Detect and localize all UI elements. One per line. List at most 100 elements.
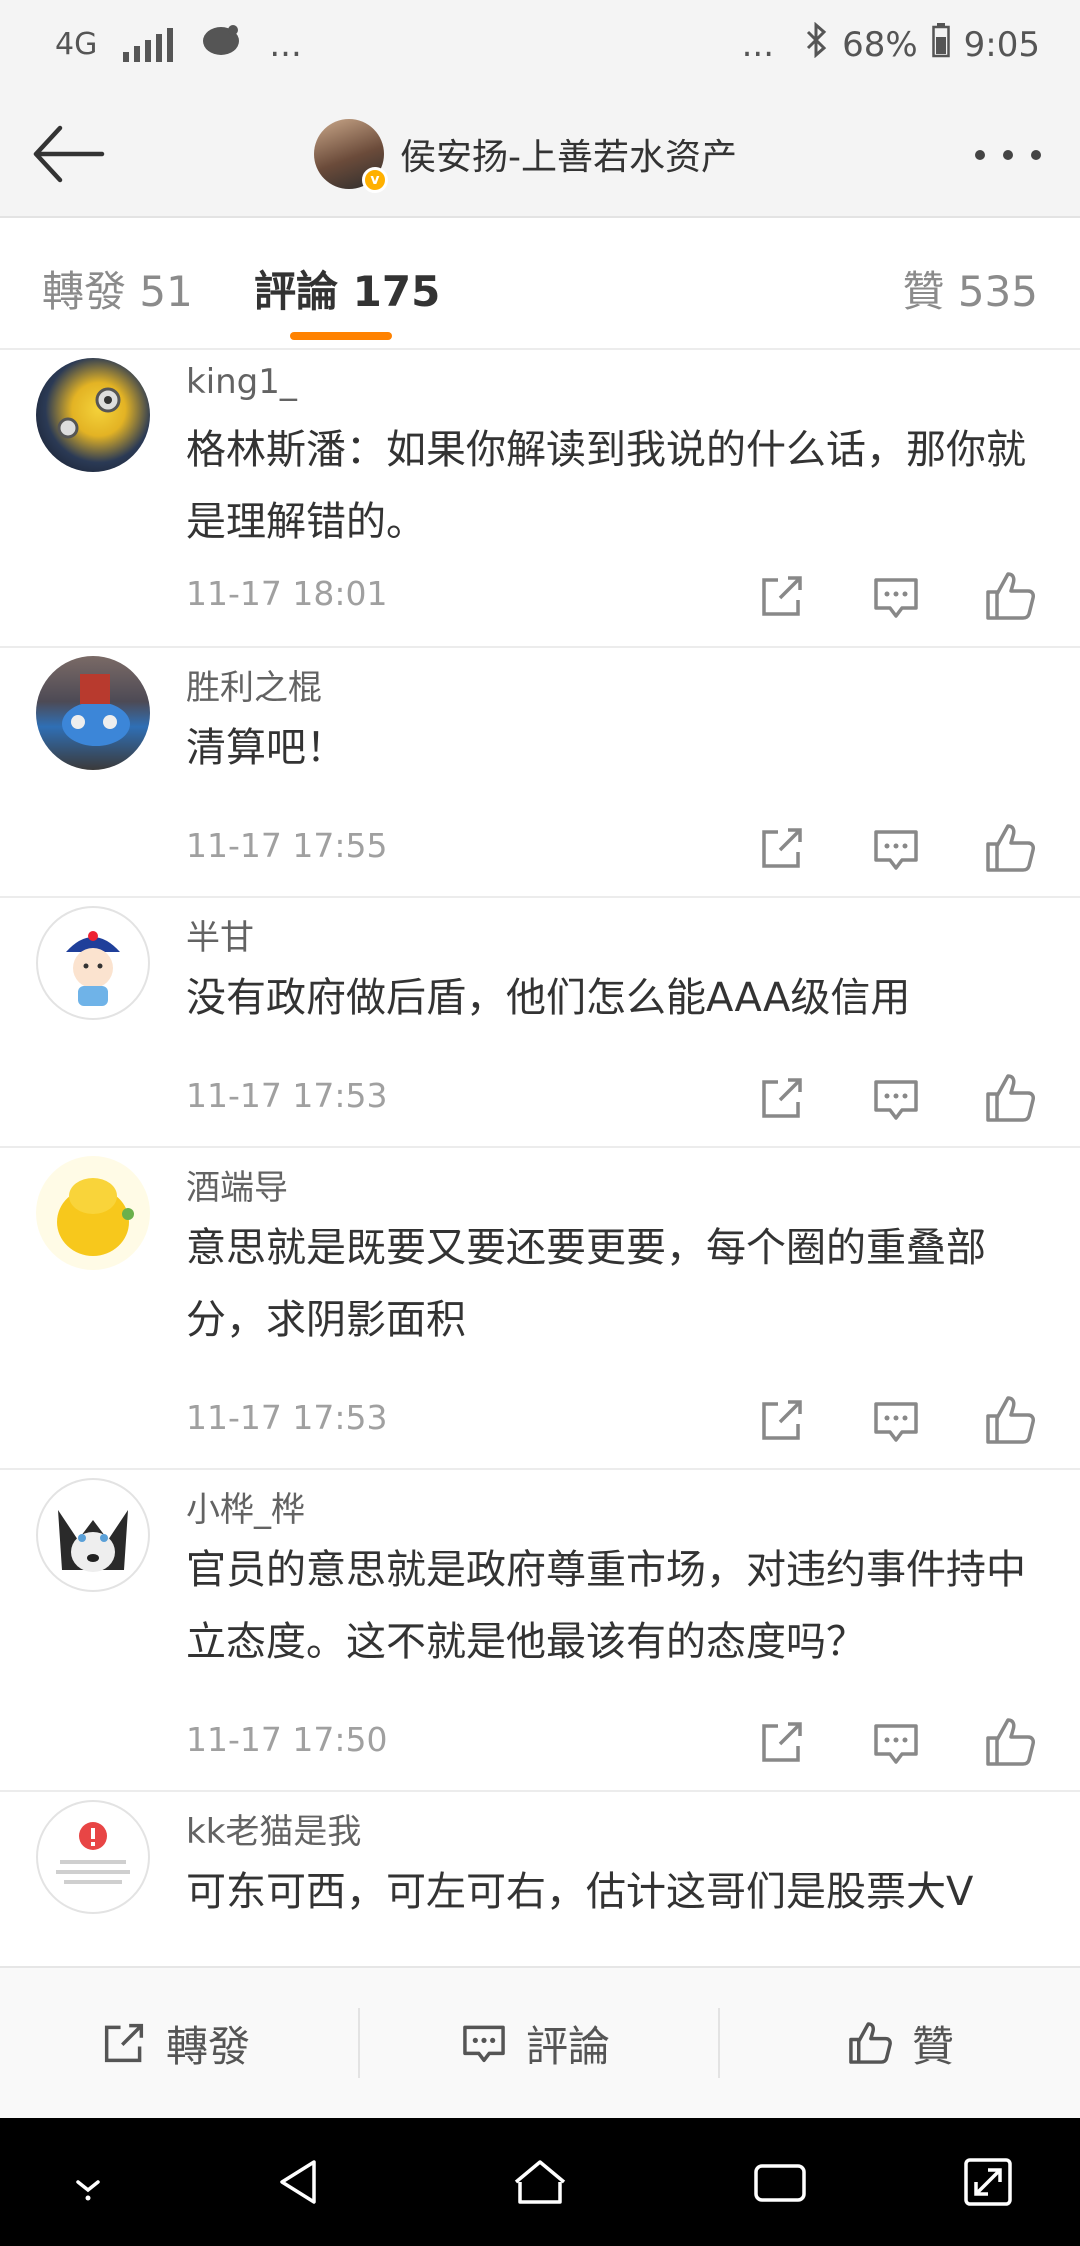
avatar[interactable]: [36, 1156, 150, 1270]
battery-icon: [931, 22, 950, 67]
comment-icon: [874, 578, 918, 618]
comment-username[interactable]: 胜利之棍: [186, 660, 322, 709]
repost-icon: [762, 1400, 802, 1440]
bottom-repost-button[interactable]: 轉發: [98, 2008, 250, 2078]
reply-button[interactable]: [866, 818, 926, 878]
comment-item: kk老猫是我 可东可西，可左可右，估计这哥们是股票大V: [0, 1794, 1080, 1966]
avatar[interactable]: [36, 358, 150, 472]
author-info[interactable]: v 侯安扬-上善若水资产: [314, 118, 737, 193]
reply-button[interactable]: [866, 1390, 926, 1450]
nav-back-button[interactable]: [270, 2152, 330, 2212]
comment-item: 酒端导 意思就是既要又要还要更要，每个圈的重叠部分，求阴影面积 11-17 17…: [0, 1150, 1080, 1470]
bottom-like-label: 贊: [912, 2021, 955, 2071]
status-right-ellipsis: ...: [741, 24, 775, 65]
repost-icon: [104, 2023, 144, 2063]
battery-percent: 68%: [842, 24, 918, 65]
thumbs-up-icon: [986, 1396, 1035, 1444]
system-navigation-bar: [0, 2118, 1080, 2246]
thumbs-up-icon: [849, 2022, 892, 2064]
comment-item: 小桦_桦 官员的意思就是政府尊重市场，对违约事件持中立态度。这不就是他最该有的态…: [0, 1472, 1080, 1792]
nav-expand-button[interactable]: [958, 2152, 1018, 2212]
avatar[interactable]: [36, 1800, 150, 1914]
comment-username[interactable]: 小桦_桦: [186, 1482, 305, 1531]
active-tab-indicator: [290, 332, 392, 340]
thumbs-up-icon: [986, 1074, 1035, 1122]
avatar[interactable]: [36, 656, 150, 770]
reply-button[interactable]: [866, 566, 926, 626]
bottom-action-bar: 轉發 評論 贊: [0, 1966, 1080, 2118]
comment-icon: [874, 830, 918, 870]
back-arrow-icon: [33, 125, 105, 183]
reply-button[interactable]: [866, 1712, 926, 1772]
tab-comments[interactable]: 評論 175: [254, 258, 440, 319]
comment-icon: [874, 1402, 918, 1442]
repost-button[interactable]: [752, 1712, 812, 1772]
like-button[interactable]: [980, 1390, 1040, 1450]
avatar[interactable]: [36, 1478, 150, 1592]
status-left-ellipsis: ...: [269, 24, 302, 65]
comment-time: 11-17 17:53: [186, 1398, 388, 1437]
tab-reposts[interactable]: 轉發 51: [42, 258, 193, 319]
interaction-tabs: 轉發 51 評論 175 贊 535: [0, 218, 1080, 350]
clock: 9:05: [963, 24, 1040, 65]
home-icon: [514, 2160, 566, 2204]
comment-icon: [874, 1724, 918, 1764]
bottom-comment-label: 評論: [526, 2021, 611, 2071]
comment-time: 11-17 18:01: [186, 574, 388, 613]
like-button[interactable]: [980, 1068, 1040, 1128]
like-button[interactable]: [980, 1712, 1040, 1772]
comment-username[interactable]: king1_: [186, 362, 297, 402]
comment-text: 官员的意思就是政府尊重市场，对违约事件持中立态度。这不就是他最该有的态度吗？: [186, 1547, 1026, 1665]
status-bar: 4G ... ... 68% 9:05: [0, 0, 1080, 90]
thumbs-up-icon: [986, 824, 1035, 872]
comment-text: 清算吧！: [186, 725, 346, 771]
nav-recents-button[interactable]: [750, 2152, 810, 2212]
author-name[interactable]: 侯安扬-上善若水资产: [400, 128, 737, 180]
tab-likes[interactable]: 贊 535: [902, 258, 1038, 319]
repost-icon: [762, 576, 802, 616]
weibo-icon: [199, 22, 243, 67]
comment-text: 可东可西，可左可右，估计这哥们是股票大V: [186, 1869, 974, 1915]
comment-time: 11-17 17:53: [186, 1076, 388, 1115]
comment-username[interactable]: 酒端导: [186, 1160, 288, 1209]
author-avatar[interactable]: v: [314, 119, 388, 193]
repost-icon: [762, 828, 802, 868]
recents-icon: [754, 2164, 806, 2202]
divider: [718, 2008, 720, 2078]
repost-button[interactable]: [752, 1390, 812, 1450]
chevron-down-icon: [76, 2180, 100, 2201]
verified-badge: v: [362, 167, 388, 193]
bottom-comment-button[interactable]: 評論: [458, 2008, 610, 2078]
reply-button[interactable]: [866, 1068, 926, 1128]
post-header: v 侯安扬-上善若水资产: [0, 90, 1080, 218]
back-button[interactable]: [30, 118, 110, 190]
bottom-repost-label: 轉發: [166, 2021, 251, 2071]
thumbs-up-icon: [986, 572, 1035, 620]
nav-hide-keyboard-button[interactable]: [58, 2152, 118, 2212]
more-options-button[interactable]: [968, 130, 1048, 180]
more-icon: [975, 150, 1041, 160]
comment-icon: [463, 2025, 505, 2063]
bottom-like-button[interactable]: 贊: [844, 2008, 954, 2078]
comment-time: 11-17 17:50: [186, 1720, 388, 1759]
like-button[interactable]: [980, 566, 1040, 626]
thumbs-up-icon: [986, 1718, 1035, 1766]
repost-button[interactable]: [752, 818, 812, 878]
repost-button[interactable]: [752, 566, 812, 626]
avatar[interactable]: [36, 906, 150, 1020]
comment-username[interactable]: 半甘: [186, 910, 254, 959]
divider: [358, 2008, 360, 2078]
comment-text: 意思就是既要又要还要更要，每个圈的重叠部分，求阴影面积: [186, 1225, 986, 1343]
comment-item: king1_ 格林斯潘：如果你解读到我说的什么话，那你就是理解错的。 11-17…: [0, 352, 1080, 648]
comment-username[interactable]: kk老猫是我: [186, 1804, 361, 1853]
comment-time: 11-17 17:55: [186, 826, 388, 865]
comment-icon: [874, 1080, 918, 1120]
nav-home-button[interactable]: [510, 2152, 570, 2212]
repost-icon: [762, 1722, 802, 1762]
like-button[interactable]: [980, 818, 1040, 878]
comment-item: 胜利之棍 清算吧！ 11-17 17:55: [0, 650, 1080, 898]
signal-icon: [123, 27, 174, 62]
comment-item: 半甘 没有政府做后盾，他们怎么能AAA级信用 11-17 17:53: [0, 900, 1080, 1148]
network-type: 4G: [55, 27, 98, 62]
repost-button[interactable]: [752, 1068, 812, 1128]
